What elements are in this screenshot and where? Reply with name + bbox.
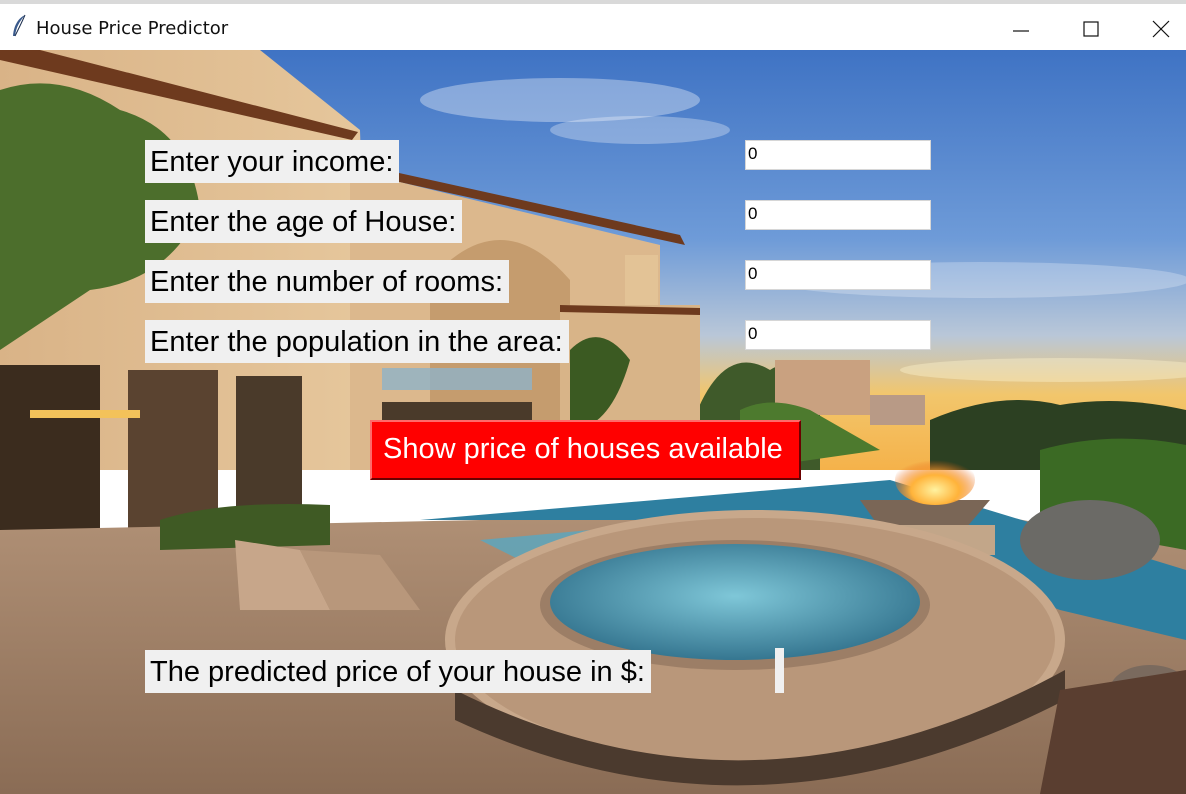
income-input[interactable]: 0 [745,140,931,170]
close-button[interactable] [1138,8,1184,50]
predicted-price-label: The predicted price of your house in $: [145,650,651,693]
close-icon [1152,20,1170,38]
window-title: House Price Predictor [36,18,229,39]
rooms-label: Enter the number of rooms: [145,260,509,303]
population-label: Enter the population in the area: [145,320,569,363]
title-bar: House Price Predictor [0,0,1186,50]
population-input[interactable]: 0 [745,320,931,350]
maximize-button[interactable] [1068,8,1114,50]
maximize-icon [1083,21,1099,37]
feather-icon [10,14,28,40]
house-age-label: Enter the age of House: [145,200,463,243]
predicted-price-value [775,648,784,693]
rooms-input[interactable]: 0 [745,260,931,290]
show-price-button[interactable]: Show price of houses available [370,420,801,480]
minimize-button[interactable] [998,8,1044,50]
house-age-input[interactable]: 0 [745,200,931,230]
income-label: Enter your income: [145,140,400,183]
minimize-icon [1013,30,1029,32]
